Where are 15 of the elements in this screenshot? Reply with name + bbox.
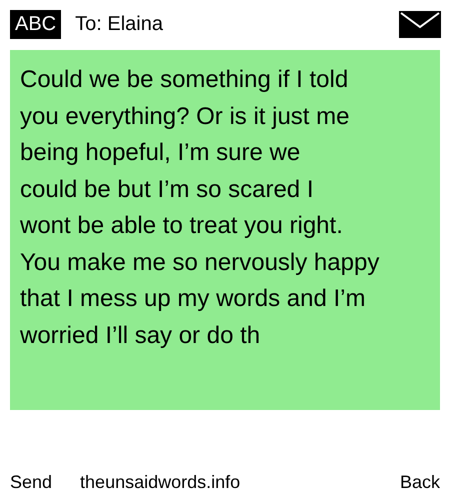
recipient-label: To: Elaina	[75, 12, 163, 36]
back-button[interactable]: Back	[400, 468, 440, 496]
envelope-icon	[399, 10, 441, 38]
message-area[interactable]	[10, 50, 440, 410]
message-line: Could we be something if I told	[20, 65, 350, 95]
message-line: wont be able to treat you right.	[20, 211, 344, 241]
message-line: You make me so nervously happy	[20, 248, 380, 278]
message-line: could be but I’m so scared I	[20, 174, 314, 204]
input-mode-label: ABC	[10, 10, 62, 38]
website-label: theunsaidwords.info	[80, 470, 240, 494]
send-button[interactable]: Send	[10, 468, 52, 496]
message-line: you everything? Or is it just me	[20, 102, 350, 132]
message-line: worried I’ll say or do th	[20, 320, 262, 350]
message-line: being hopeful, I’m sure we	[20, 138, 302, 168]
message-line: that I mess up my words and I’m	[20, 284, 366, 314]
